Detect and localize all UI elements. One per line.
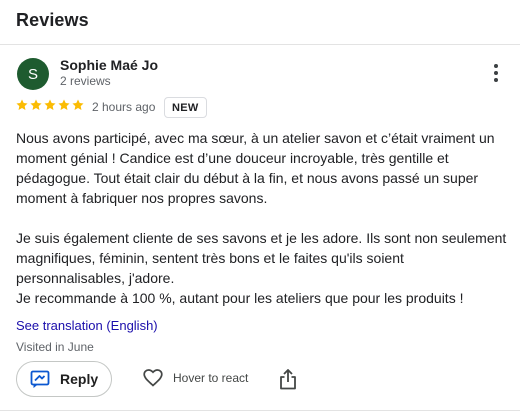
avatar[interactable]: S <box>17 58 49 90</box>
reviewer-review-count: 2 reviews <box>60 74 111 88</box>
react-label: Hover to react <box>173 371 249 385</box>
header-divider <box>0 44 520 45</box>
review-time: 2 hours ago <box>92 100 156 114</box>
new-badge: NEW <box>164 97 207 118</box>
reply-icon <box>30 370 50 388</box>
share-icon <box>280 369 296 390</box>
star-rating <box>15 98 85 112</box>
review-paragraph: Nous avons participé, avec ma sœur, à un… <box>16 130 495 206</box>
section-title: Reviews <box>16 10 89 30</box>
star-icon <box>58 99 70 110</box>
reply-label: Reply <box>60 371 99 387</box>
share-button[interactable] <box>279 368 297 390</box>
review-text: Nous avons participé, avec ma sœur, à un… <box>16 128 508 308</box>
see-translation-link[interactable]: See translation (English) <box>16 318 158 333</box>
reviewer-name[interactable]: Sophie Maé Jo <box>60 57 158 73</box>
bottom-divider <box>0 410 520 411</box>
review-paragraph: Je suis également cliente de ses savons … <box>16 230 507 286</box>
heart-icon <box>143 369 163 387</box>
visited-date: Visited in June <box>16 340 94 354</box>
star-icon <box>72 99 84 110</box>
react-button[interactable]: Hover to react <box>143 369 248 387</box>
more-options-button[interactable] <box>486 62 506 84</box>
reply-button[interactable]: Reply <box>16 361 112 397</box>
star-icon <box>44 99 56 110</box>
star-icon <box>30 99 42 110</box>
review-paragraph: Je recommande à 100 %, autant pour les a… <box>16 290 464 306</box>
star-icon <box>16 99 28 110</box>
more-vert-icon <box>494 64 498 82</box>
